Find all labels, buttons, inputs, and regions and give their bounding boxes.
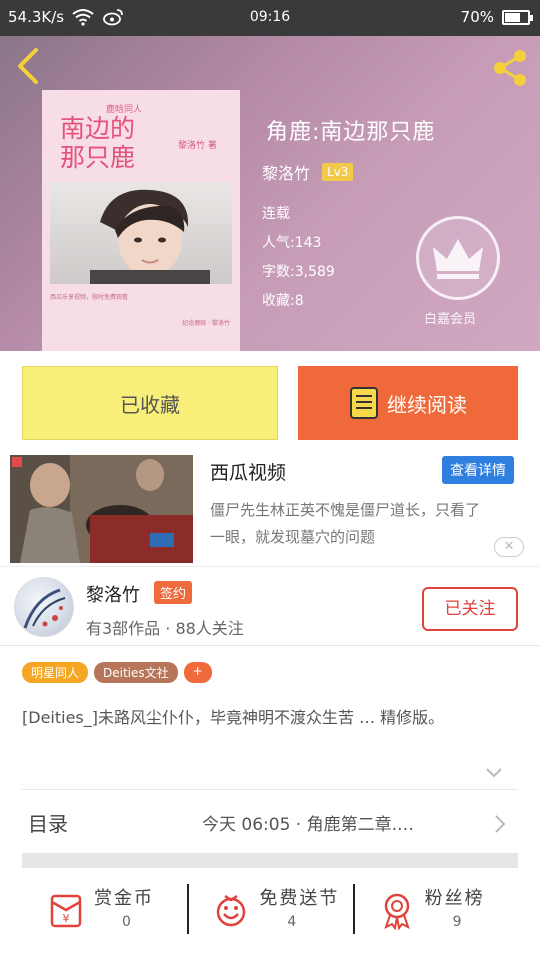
avatar[interactable]: [14, 577, 74, 637]
stat-label: 粉丝榜: [424, 888, 485, 909]
red-envelope-icon: ¥: [50, 894, 82, 928]
ad-close-icon[interactable]: ✕: [494, 537, 524, 557]
continue-reading-label: 继续阅读: [387, 392, 467, 417]
author-card: 黎洛竹 签约 有3部作品 · 88人关注 已关注: [0, 566, 540, 646]
free-chapter-stat[interactable]: 免费送节 4: [187, 876, 352, 946]
stat-value: 0: [122, 914, 131, 930]
book-title: 角鹿:南边那只鹿: [266, 120, 436, 145]
continue-reading-button[interactable]: 继续阅读: [298, 366, 518, 440]
collected-label: 已收藏: [120, 392, 180, 417]
cover-title-line2: 那只鹿: [60, 143, 136, 172]
book-collections: 收藏:8: [262, 293, 304, 309]
tag-item[interactable]: Deities文社: [94, 662, 178, 683]
stat-label: 免费送节: [259, 888, 340, 909]
tag-list: 明星同人 Deities文社 +: [22, 662, 212, 683]
battery-percent: 70%: [460, 8, 494, 26]
ad-detail-button[interactable]: 查看详情: [442, 456, 514, 484]
book-icon: [350, 387, 378, 419]
status-right: 70%: [460, 8, 533, 26]
avatar-image: [23, 588, 66, 629]
ad-thumbnail[interactable]: [10, 455, 193, 563]
catalog-row[interactable]: 目录 今天 06:05 · 角鹿第二章.…: [22, 789, 518, 853]
clock: 09:16: [249, 9, 291, 25]
fan-ranking-stat[interactable]: 粉丝榜 9: [352, 876, 518, 946]
chevron-right-icon: [495, 815, 506, 833]
catalog-label: 目录: [28, 812, 68, 836]
book-header: 鹿晗同人 南边的 那只鹿 黎洛竹 著 西瓜乐享视频，限时免费观看 纪念鹿晗 · …: [0, 36, 540, 351]
author-works-count: 有3部作品 · 88人关注: [86, 619, 244, 638]
gift-icon: [217, 894, 246, 927]
author-row: 黎洛竹 Lv3: [262, 160, 354, 184]
cover-title-line1: 南边的: [60, 114, 136, 143]
vip-label: 白嘉会员: [424, 312, 477, 327]
ad-description: 僵尸先生林正英不愧是僵尸道长，只看了一眼，就发现墓穴的问题: [210, 501, 481, 546]
book-status: 连载: [262, 206, 290, 222]
author-card-name[interactable]: 黎洛竹: [86, 581, 140, 607]
collected-button[interactable]: 已收藏: [22, 366, 278, 440]
ad-video-image: [10, 455, 193, 563]
bottom-stats: ¥ 赏金币 0 免费送节 4 粉丝榜 9: [22, 876, 518, 946]
signed-badge: 签约: [154, 581, 193, 604]
cover-photo: [50, 182, 232, 284]
book-word-count: 字数:3,589: [262, 264, 335, 280]
ad-banner[interactable]: 西瓜视频 查看详情 僵尸先生林正英不愧是僵尸道长，只看了一眼，就发现墓穴的问题 …: [10, 455, 524, 565]
stat-label: 赏金币: [94, 888, 154, 909]
tag-add-button[interactable]: +: [183, 662, 212, 683]
cover-author: 黎洛竹 著: [178, 141, 217, 151]
ad-corner-mark: [12, 457, 22, 467]
tag-item[interactable]: 明星同人: [22, 662, 89, 683]
stat-value: 4: [287, 914, 297, 930]
stat-value: 9: [452, 914, 462, 930]
medal-icon: [383, 893, 410, 930]
crown-icon: [433, 239, 483, 279]
cover-blurb: 西瓜乐享视频，限时免费观看: [50, 294, 129, 301]
vip-crown-badge[interactable]: [416, 216, 500, 300]
book-description: [Deities_]未路风尘仆仆，毕竟神明不渡众生苦 … 精修版。: [22, 708, 445, 727]
chevron-down-icon[interactable]: [485, 766, 503, 780]
portrait-image: [90, 189, 210, 284]
section-divider: [22, 853, 518, 868]
ad-title: 西瓜视频: [210, 462, 287, 484]
battery-icon: [502, 9, 533, 25]
book-popularity: 人气:143: [262, 235, 322, 251]
status-bar: 54.3K/s 09:16 70%: [0, 0, 540, 36]
cover-blurb-2: 纪念鹿晗 · 黎洛竹: [182, 320, 230, 327]
latest-chapter: 今天 06:05 · 角鹿第二章.…: [202, 815, 415, 835]
cover-title: 南边的 那只鹿: [60, 114, 135, 172]
reward-coins-stat[interactable]: ¥ 赏金币 0: [22, 876, 187, 946]
book-cover[interactable]: 鹿晗同人 南边的 那只鹿 黎洛竹 著 西瓜乐享视频，限时免费观看 纪念鹿晗 · …: [42, 90, 240, 351]
level-badge: Lv3: [322, 163, 354, 181]
author-name[interactable]: 黎洛竹: [262, 160, 310, 184]
book-meta: 连载 人气:143 字数:3,589 收藏:8: [262, 200, 335, 316]
follow-button[interactable]: 已关注: [422, 587, 518, 631]
share-icon[interactable]: [490, 48, 530, 88]
battery-fill: [505, 12, 521, 22]
svg-text:¥: ¥: [63, 912, 70, 925]
back-button[interactable]: [12, 46, 48, 86]
